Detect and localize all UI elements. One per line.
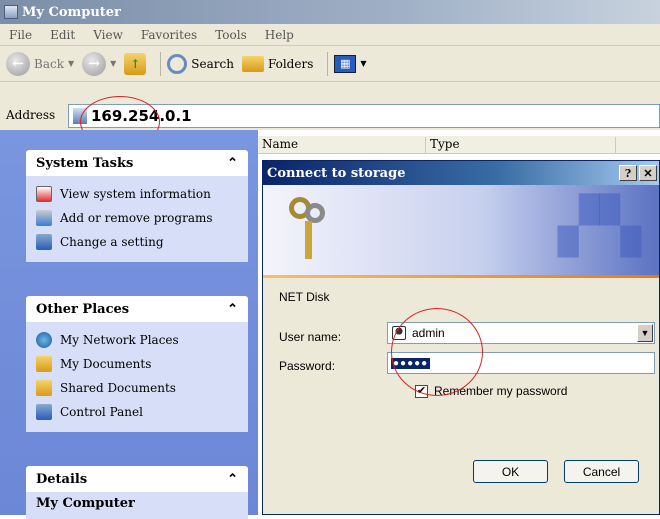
shared-documents-icon xyxy=(36,380,52,396)
my-documents-icon xyxy=(36,356,52,372)
up-folder-icon: ↑ xyxy=(124,52,147,75)
collapse-icon[interactable]: ⌃ xyxy=(227,302,238,317)
menu-tools[interactable]: Tools xyxy=(206,28,256,42)
chevron-down-icon: ▼ xyxy=(67,59,75,68)
menu-edit[interactable]: Edit xyxy=(41,28,84,42)
folders-icon xyxy=(241,55,264,72)
menu-file[interactable]: File xyxy=(0,28,41,42)
my-computer-icon xyxy=(4,5,18,19)
menu-favorites[interactable]: Favorites xyxy=(132,28,206,42)
cancel-button[interactable]: Cancel xyxy=(564,460,639,483)
dialog-banner: ▞▚ xyxy=(263,185,659,275)
forward-arrow-icon: → xyxy=(82,51,107,76)
column-type[interactable]: Type xyxy=(426,137,616,153)
add-remove-programs-icon xyxy=(36,210,52,226)
place-control-panel[interactable]: Control Panel xyxy=(36,400,240,424)
search-button[interactable]: Search xyxy=(167,53,234,74)
collapse-icon[interactable]: ⌃ xyxy=(227,472,238,487)
system-info-icon xyxy=(36,186,52,202)
task-change-setting[interactable]: Change a setting xyxy=(36,230,240,254)
up-folder-button[interactable]: ↑ xyxy=(124,52,147,75)
forward-button[interactable]: → ▼ xyxy=(82,51,117,76)
column-name[interactable]: Name xyxy=(258,137,426,153)
site-name: NET Disk xyxy=(279,290,330,304)
dialog-content: NET Disk User name: Password: admin ▼ ●●… xyxy=(263,278,659,516)
task-view-system-info[interactable]: View system information xyxy=(36,182,240,206)
credentials-highlight-circle xyxy=(391,308,483,396)
views-button[interactable]: ▦ ▼ xyxy=(334,54,367,73)
address-label: Address xyxy=(6,108,56,122)
ok-button[interactable]: OK xyxy=(473,460,548,483)
back-button[interactable]: ← Back ▼ xyxy=(6,51,75,76)
chevron-down-icon: ▼ xyxy=(110,59,117,68)
banner-graphic: ▞▚ xyxy=(557,193,641,257)
details-header[interactable]: Details ⌃ xyxy=(26,466,248,492)
details-name: My Computer xyxy=(36,496,135,511)
dialog-title: Connect to storage xyxy=(267,165,406,181)
place-my-documents[interactable]: My Documents xyxy=(36,352,240,376)
toolbar: ← Back ▼ → ▼ ↑ Search Folders ▦ ▼ xyxy=(0,46,660,82)
back-arrow-icon: ← xyxy=(6,51,30,76)
views-grid-icon: ▦ xyxy=(334,54,357,73)
place-shared-documents[interactable]: Shared Documents xyxy=(36,376,240,400)
toolbar-separator xyxy=(327,51,329,76)
chevron-down-icon[interactable]: ▼ xyxy=(637,324,653,342)
list-header: Name Type xyxy=(258,136,660,154)
folders-button[interactable]: Folders xyxy=(241,55,313,72)
chevron-down-icon: ▼ xyxy=(360,59,367,68)
menu-view[interactable]: View xyxy=(84,28,132,42)
menu-bar: File Edit View Favorites Tools Help xyxy=(0,24,660,46)
dialog-titlebar: Connect to storage ? ✕ xyxy=(263,161,659,185)
control-panel-icon xyxy=(36,404,52,420)
other-places-panel: Other Places ⌃ My Network Places My Docu… xyxy=(26,296,248,432)
window-titlebar: My Computer xyxy=(0,0,660,24)
place-my-network-places[interactable]: My Network Places xyxy=(36,328,240,352)
help-button[interactable]: ? xyxy=(619,165,637,181)
close-button[interactable]: ✕ xyxy=(639,165,657,181)
task-pane: System Tasks ⌃ View system information A… xyxy=(0,130,258,519)
system-tasks-panel: System Tasks ⌃ View system information A… xyxy=(26,150,248,262)
control-panel-icon xyxy=(36,234,52,250)
menu-help[interactable]: Help xyxy=(256,28,303,42)
window-title: My Computer xyxy=(22,4,121,20)
connect-dialog: Connect to storage ? ✕ ▞▚ NET Disk User … xyxy=(262,160,660,515)
other-places-header[interactable]: Other Places ⌃ xyxy=(26,296,248,322)
network-places-icon xyxy=(36,332,52,348)
password-label: Password: xyxy=(279,359,336,373)
search-icon xyxy=(167,53,188,74)
details-panel: Details ⌃ My Computer xyxy=(26,466,248,519)
username-label: User name: xyxy=(279,330,342,344)
keys-icon xyxy=(283,193,333,263)
system-tasks-header[interactable]: System Tasks ⌃ xyxy=(26,150,248,176)
task-add-remove-programs[interactable]: Add or remove programs xyxy=(36,206,240,230)
toolbar-separator xyxy=(160,51,162,76)
collapse-icon[interactable]: ⌃ xyxy=(227,156,238,171)
